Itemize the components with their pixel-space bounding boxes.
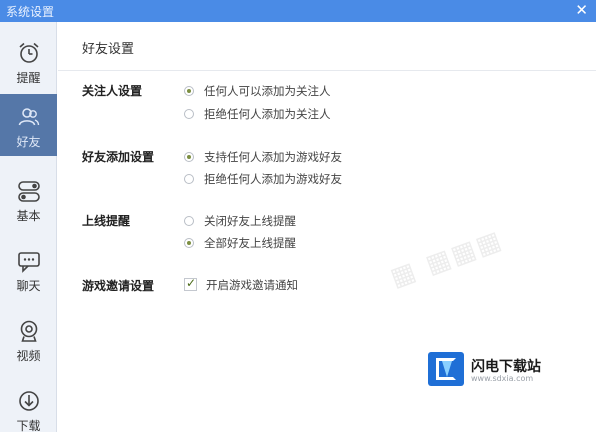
background-watermark: ▦ ▦▦▦ [386, 224, 507, 294]
radio-allow-follow[interactable]: 任何人可以添加为关注人 [184, 83, 331, 99]
friends-icon [18, 108, 39, 126]
sidebar-item-label: 基本 [16, 209, 41, 223]
site-watermark: 闪电下载站 www.sdxia.com [428, 352, 586, 396]
radio-all-online-reminder[interactable]: 全部好友上线提醒 [184, 235, 296, 251]
radio-button[interactable] [184, 216, 194, 226]
option-label: 任何人可以添加为关注人 [204, 84, 331, 98]
title-bar: 系统设置 ✕ [0, 0, 596, 22]
page-title: 好友设置 [82, 42, 135, 57]
webcam-icon [20, 320, 37, 342]
sidebar-item-video[interactable]: 视频 [0, 308, 57, 370]
window-title: 系统设置 [6, 5, 55, 19]
radio-reject-friend-add[interactable]: 拒绝任何人添加为游戏好友 [184, 171, 342, 187]
radio-button[interactable] [184, 174, 194, 184]
checkbox[interactable] [184, 276, 197, 291]
checkbox-game-invite[interactable]: 开启游戏邀请通知 [184, 276, 298, 293]
sidebar-item-chat[interactable]: 聊天 [0, 238, 57, 300]
radio-button[interactable] [184, 152, 194, 162]
option-label: 全部好友上线提醒 [204, 236, 296, 250]
radio-reject-follow[interactable]: 拒绝任何人添加为关注人 [184, 106, 331, 122]
sidebar-item-label: 好友 [16, 135, 41, 149]
radio-button[interactable] [184, 109, 194, 119]
section-label-game-invite: 游戏邀请设置 [82, 279, 155, 293]
option-label: 拒绝任何人添加为游戏好友 [204, 172, 342, 186]
sidebar-item-label: 视频 [16, 349, 41, 363]
alarm-clock-icon [18, 42, 39, 63]
section-label-follower: 关注人设置 [82, 84, 143, 98]
sidebar-item-friends[interactable]: 好友 [0, 94, 57, 156]
watermark-url: www.sdxia.com [471, 374, 534, 383]
section-label-friend-add: 好友添加设置 [82, 150, 155, 164]
sidebar-item-basic[interactable]: 基本 [0, 168, 57, 230]
radio-allow-friend-add[interactable]: 支持任何人添加为游戏好友 [184, 149, 342, 165]
option-label: 开启游戏邀请通知 [206, 278, 298, 292]
sidebar: 提醒 好友 基本 聊天 视频 下载 [0, 22, 57, 432]
download-icon [18, 391, 39, 411]
option-label: 支持任何人添加为游戏好友 [204, 150, 342, 164]
close-icon[interactable]: ✕ [575, 1, 588, 19]
sidebar-item-download[interactable]: 下载 [0, 378, 57, 432]
radio-button[interactable] [184, 86, 194, 96]
sidebar-item-label: 下载 [16, 419, 41, 432]
sidebar-item-label: 聊天 [16, 279, 41, 293]
sidebar-item-reminder[interactable]: 提醒 [0, 30, 57, 92]
lightning-logo-icon [428, 352, 464, 386]
radio-button[interactable] [184, 238, 194, 248]
divider [58, 70, 596, 71]
radio-disable-online-reminder[interactable]: 关闭好友上线提醒 [184, 213, 296, 229]
option-label: 拒绝任何人添加为关注人 [204, 107, 331, 121]
watermark-brand-name: 闪电下载站 [471, 359, 541, 375]
toggle-switches-icon [17, 181, 40, 202]
chat-bubble-icon [17, 252, 40, 273]
section-label-online-reminder: 上线提醒 [82, 214, 131, 228]
sidebar-item-label: 提醒 [16, 71, 41, 85]
option-label: 关闭好友上线提醒 [204, 214, 296, 228]
